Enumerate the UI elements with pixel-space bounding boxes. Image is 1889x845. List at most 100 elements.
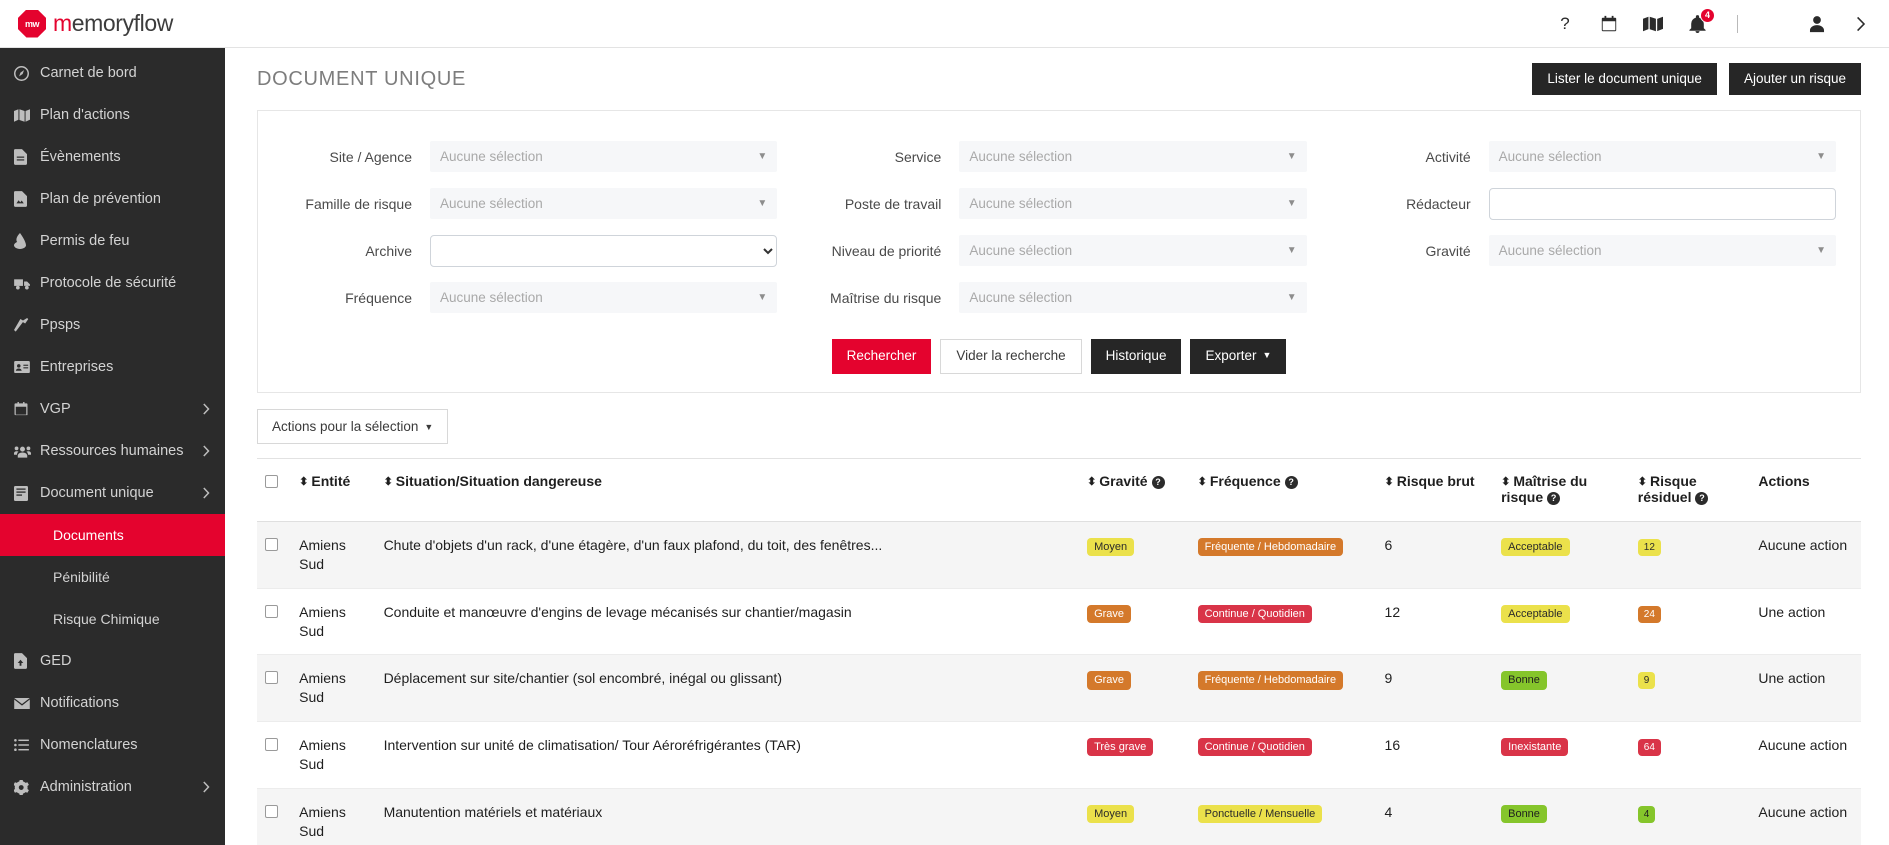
header-risque-brut-label: Risque brut [1396, 472, 1475, 489]
filter-control-r-dacteur [1488, 187, 1836, 220]
sidebar-item-label: Permis de feu [40, 233, 130, 249]
sidebar-item-v-nements[interactable]: Évènements [0, 136, 225, 178]
filter-control-activit: Aucune sélection ▼ [1488, 141, 1836, 172]
filter-select-archive[interactable] [430, 234, 778, 267]
brand-logo[interactable]: mw memoryflow [0, 9, 225, 38]
book-icon [14, 485, 40, 501]
cell-maitrise: Bonne [1493, 654, 1630, 723]
header-risque-brut[interactable]: ⬍ Risque brut [1376, 457, 1494, 522]
risk-table-area: ⬍ Entité ⬍ Situation/Situation dangereuse … [225, 457, 1889, 845]
add-risk-button[interactable]: Ajouter un risque [1728, 62, 1861, 96]
filter-select-gravit[interactable]: Aucune sélection ▼ [1488, 235, 1836, 266]
sidebar-item-label: Évènements [40, 149, 121, 165]
filter-row-activit: Activité Aucune sélection ▼ [1341, 133, 1836, 180]
sidebar-item-administration[interactable]: Administration [0, 766, 225, 808]
table-row[interactable]: Amiens Sud Déplacement sur site/chantier … [257, 654, 1861, 723]
sidebar-item-label: Risque Chimique [53, 611, 160, 627]
export-button[interactable]: Exporter ▼ [1190, 339, 1287, 374]
file-image-icon [14, 191, 40, 207]
help-icon[interactable]: ? [1284, 475, 1298, 489]
help-icon[interactable]: ? [1151, 475, 1165, 489]
map-icon[interactable] [1643, 14, 1663, 34]
row-checkbox[interactable] [265, 738, 278, 752]
sidebar-item-plan-de-pr-vention[interactable]: Plan de prévention [0, 178, 225, 220]
table-row[interactable]: Amiens Sud Conduite et manœuvre d'engins … [257, 588, 1861, 656]
fire-icon [14, 233, 40, 249]
bell-icon[interactable]: 4 [1687, 7, 1715, 34]
filter-select-niveau-de-priorit[interactable]: Aucune sélection ▼ [959, 235, 1307, 266]
sidebar-item-nomenclatures[interactable]: Nomenclatures [0, 724, 225, 766]
table-row[interactable]: Amiens Sud Chute d'objets d'un rack, d'un… [257, 521, 1861, 589]
sidebar-item-documents[interactable]: Documents [0, 514, 225, 556]
top-bar: mw memoryflow ? 4 [0, 0, 1889, 48]
header-frequence[interactable]: ⬍ Fréquence? [1189, 457, 1377, 522]
filter-value-activit: Aucune sélection [1498, 149, 1602, 164]
calendar-check-icon[interactable] [1599, 14, 1619, 34]
sidebar-item-protocole-de-s-curit[interactable]: Protocole de sécurité [0, 262, 225, 304]
filter-select-ma-trise-du-risque[interactable]: Aucune sélection ▼ [959, 282, 1307, 313]
header-entite[interactable]: ⬍ Entité [291, 457, 376, 522]
sidebar-item-document-unique[interactable]: Document unique [0, 472, 225, 514]
header-gravite[interactable]: ⬍ Gravité? [1079, 457, 1190, 522]
sidebar-item-notifications[interactable]: Notifications [0, 682, 225, 724]
selection-actions-dropdown[interactable]: Actions pour la sélection ▼ [257, 408, 449, 444]
maitrise-badge: Inexistante [1501, 738, 1569, 757]
history-button[interactable]: Historique [1090, 339, 1182, 374]
filter-select-poste-de-travail[interactable]: Aucune sélection ▼ [959, 188, 1307, 219]
cell-actions: Une action [1750, 654, 1861, 723]
row-select-cell [257, 588, 292, 656]
sidebar-item-carnet-de-bord[interactable]: Carnet de bord [0, 52, 225, 94]
header-maitrise[interactable]: ⬍ Maîtrise du risque? [1493, 457, 1630, 522]
filter-control-poste-de-travail: Aucune sélection ▼ [959, 188, 1307, 219]
body-wrapper: Carnet de bord Plan d'actions Évènements Pl… [0, 48, 1889, 845]
filter-select-activit[interactable]: Aucune sélection ▼ [1488, 141, 1836, 172]
row-checkbox[interactable] [265, 537, 278, 551]
sidebar-item-entreprises[interactable]: Entreprises [0, 346, 225, 388]
risque-residuel-badge: 24 [1637, 605, 1661, 623]
row-select-cell [257, 788, 292, 845]
header-risque-residuel[interactable]: ⬍ Risque résiduel? [1629, 457, 1751, 522]
filter-value-poste-de-travail: Aucune sélection [969, 196, 1073, 211]
filter-select-famille-de-risque[interactable]: Aucune sélection ▼ [430, 188, 778, 219]
memoryflow-logo-icon: mw [18, 9, 46, 38]
sidebar-item-p-nibilit[interactable]: Pénibilité [0, 556, 225, 598]
help-icon[interactable]: ? [1695, 491, 1709, 505]
filter-row-ma-trise-du-risque: Maîtrise du risque Aucune sélection ▼ [811, 274, 1307, 321]
filter-select-service[interactable]: Aucune sélection ▼ [959, 141, 1307, 172]
filter-input-r-dacteur[interactable] [1488, 187, 1836, 220]
user-icon[interactable] [1807, 14, 1827, 34]
sidebar-item-label: Documents [53, 527, 124, 543]
row-checkbox[interactable] [265, 671, 278, 685]
search-button[interactable]: Rechercher [831, 339, 932, 374]
sort-icon: ⬍ [1384, 475, 1394, 488]
sidebar-item-ged[interactable]: GED [0, 640, 225, 682]
sidebar-item-ppsps[interactable]: Ppsps [0, 304, 225, 346]
sidebar-item-permis-de-feu[interactable]: Permis de feu [0, 220, 225, 262]
risk-table: ⬍ Entité ⬍ Situation/Situation dangereuse … [257, 457, 1861, 845]
filter-select-fr-quence[interactable]: Aucune sélection ▼ [430, 282, 778, 313]
sort-icon: ⬍ [1501, 475, 1511, 488]
sidebar-item-vgp[interactable]: VGP [0, 388, 225, 430]
sidebar-item-ressources-humaines[interactable]: Ressources humaines [0, 430, 225, 472]
filter-value-service: Aucune sélection [969, 149, 1073, 164]
gravite-badge: Moyen [1087, 537, 1135, 556]
sidebar-item-risque-chimique[interactable]: Risque Chimique [0, 598, 225, 640]
header-situation[interactable]: ⬍ Situation/Situation dangereuse [375, 457, 1080, 522]
filter-value-niveau-de-priorit: Aucune sélection [969, 243, 1073, 258]
help-icon[interactable]: ? [1547, 491, 1561, 505]
filter-grid: Site / Agence Aucune sélection ▼ Famille de… [282, 133, 1836, 321]
frequence-badge: Ponctuelle / Mensuelle [1197, 804, 1323, 824]
help-icon[interactable]: ? [1555, 14, 1575, 34]
chevron-right-icon[interactable] [1851, 14, 1871, 34]
table-row[interactable]: Amiens Sud Manutention matériels et matér… [257, 788, 1861, 845]
clear-search-button[interactable]: Vider la recherche [940, 339, 1082, 374]
select-all-checkbox[interactable] [265, 474, 278, 488]
frequence-badge: Fréquente / Hebdomadaire [1197, 537, 1344, 556]
row-checkbox[interactable] [265, 604, 278, 618]
cell-risque-brut: 9 [1376, 654, 1494, 723]
row-checkbox[interactable] [265, 804, 278, 818]
sidebar-item-plan-d-actions[interactable]: Plan d'actions [0, 94, 225, 136]
list-document-unique-button[interactable]: Lister le document unique [1532, 62, 1717, 96]
filter-select-site-agence[interactable]: Aucune sélection ▼ [430, 141, 778, 172]
table-row[interactable]: Amiens Sud Intervention sur unité de clim… [257, 721, 1861, 789]
